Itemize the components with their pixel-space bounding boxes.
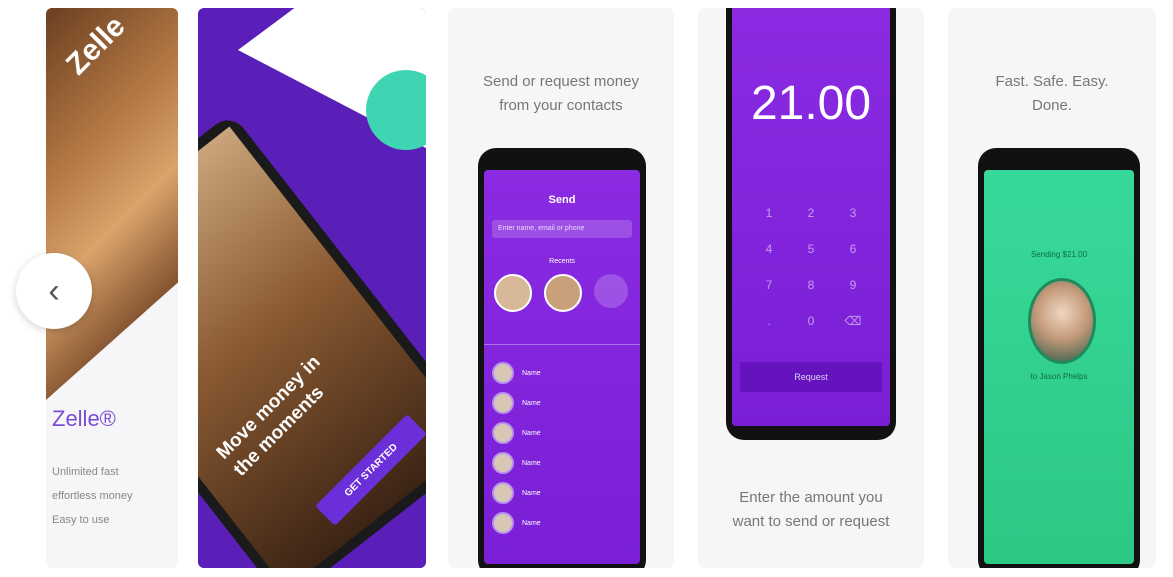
contact-row[interactable]: Name xyxy=(492,510,632,536)
phone-screen: Sending $21.00 to Jason Phelps xyxy=(984,170,1134,564)
search-input[interactable]: Enter name, email or phone xyxy=(492,220,632,238)
screenshot-panel-3[interactable]: Send or request money from your contacts… xyxy=(448,8,674,568)
contact-row[interactable]: Name xyxy=(492,360,632,386)
photo-background xyxy=(46,8,178,400)
status-sending: Sending $21.00 xyxy=(1030,250,1088,259)
search-placeholder: Enter name, email or phone xyxy=(498,225,585,232)
key-5[interactable]: 5 xyxy=(802,242,820,256)
tagline: Unlimited fast effortless money Easy to … xyxy=(52,460,133,532)
phone-screen: Send Enter name, email or phone Recents … xyxy=(484,170,640,564)
recents-label: Recents xyxy=(549,258,575,265)
brand-title: Zelle® xyxy=(52,406,116,431)
caption-line-1: Send or request money xyxy=(483,73,639,90)
status-recipient: to Jason Phelps xyxy=(1030,372,1088,381)
contact-name: Name xyxy=(522,399,541,407)
contact-avatar xyxy=(492,392,514,414)
contact-row[interactable]: Name xyxy=(492,450,632,476)
contact-name: Name xyxy=(522,519,541,527)
previous-arrow-button[interactable]: ‹ xyxy=(16,253,92,329)
caption-line-2: Done. xyxy=(1031,97,1073,114)
tagline-line-2: effortless money xyxy=(52,490,133,502)
panel3-caption: Send or request money from your contacts xyxy=(448,70,674,118)
phone-frame: Send Enter name, email or phone Recents … xyxy=(478,148,646,568)
contact-name: Name xyxy=(522,429,541,437)
phone-frame: Sending $21.00 to Jason Phelps xyxy=(978,148,1140,568)
request-button-label: Request xyxy=(794,372,828,382)
key-8[interactable]: 8 xyxy=(802,278,820,292)
key-7[interactable]: 7 xyxy=(760,278,778,292)
key-3[interactable]: 3 xyxy=(844,206,862,220)
contact-row[interactable]: Name xyxy=(492,420,632,446)
amount-display: 21.00 xyxy=(750,77,872,130)
key-9[interactable]: 9 xyxy=(844,278,862,292)
key-backspace[interactable]: ⌫ xyxy=(844,314,862,328)
tagline-line-1: Unlimited fast xyxy=(52,466,119,478)
contact-row[interactable]: Name xyxy=(492,390,632,416)
contact-avatar xyxy=(492,422,514,444)
divider xyxy=(484,344,640,345)
contact-row[interactable]: Name xyxy=(492,480,632,506)
caption-line-2: from your contacts xyxy=(499,97,623,114)
phone-frame: 21.00 1 2 3 4 5 6 7 8 9 . 0 ⌫ Request xyxy=(726,8,896,440)
key-decimal[interactable]: . xyxy=(760,314,778,328)
recent-more[interactable] xyxy=(594,274,628,308)
key-6[interactable]: 6 xyxy=(844,242,862,256)
phone-screen: 21.00 1 2 3 4 5 6 7 8 9 . 0 ⌫ Request xyxy=(732,8,890,426)
key-0[interactable]: 0 xyxy=(802,314,820,328)
contact-avatar xyxy=(492,512,514,534)
key-2[interactable]: 2 xyxy=(802,206,820,220)
contact-name: Name xyxy=(522,459,541,467)
caption-line-1: Fast. Safe. Easy. xyxy=(995,73,1109,90)
contact-name: Name xyxy=(522,369,541,377)
panel5-caption: Fast. Safe. Easy. Done. xyxy=(948,70,1156,118)
screenshot-panel-2[interactable]: Move money in the moments GET STARTED xyxy=(198,8,426,568)
panel4-caption: Enter the amount you want to send or req… xyxy=(698,486,924,534)
key-4[interactable]: 4 xyxy=(760,242,778,256)
tagline-line-3: Easy to use xyxy=(52,514,110,526)
recent-avatar-1[interactable] xyxy=(494,274,532,312)
screenshot-panel-5[interactable]: Fast. Safe. Easy. Done. Sending $21.00 t… xyxy=(948,8,1156,568)
contact-avatar xyxy=(492,452,514,474)
contact-name: Name xyxy=(522,489,541,497)
recent-avatar-2[interactable] xyxy=(544,274,582,312)
screenshot-panel-4[interactable]: 21.00 1 2 3 4 5 6 7 8 9 . 0 ⌫ Request En… xyxy=(698,8,924,568)
screen-title: Send xyxy=(548,194,576,206)
caption-line-1: Enter the amount you xyxy=(739,489,883,506)
key-1[interactable]: 1 xyxy=(760,206,778,220)
recipient-avatar xyxy=(1028,278,1096,364)
contact-avatar xyxy=(492,362,514,384)
request-button[interactable]: Request xyxy=(740,362,882,392)
contact-avatar xyxy=(492,482,514,504)
caption-line-2: want to send or request xyxy=(732,513,890,530)
chevron-left-icon: ‹ xyxy=(48,271,60,310)
